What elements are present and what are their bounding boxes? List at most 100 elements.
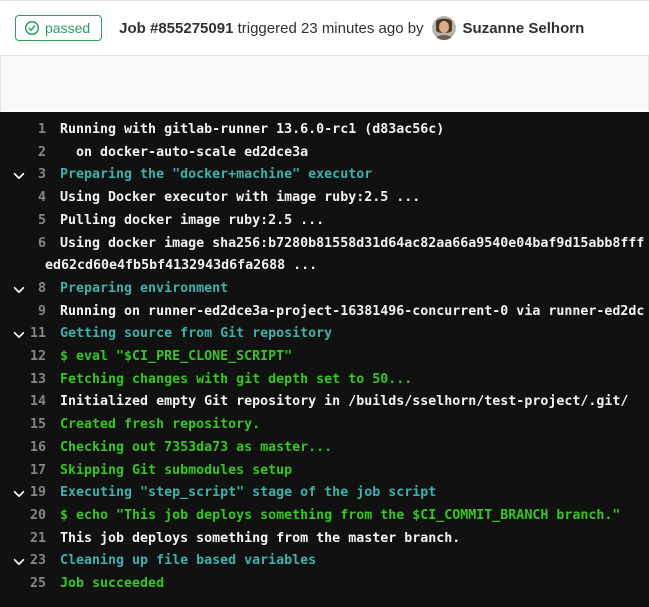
log-line-text: Running with gitlab-runner 13.6.0-rc1 (d… bbox=[46, 119, 444, 142]
log-line-gutter: 20 bbox=[0, 505, 46, 528]
log-line-gutter: 17 bbox=[0, 460, 46, 483]
log-line: 8Preparing environment bbox=[0, 278, 649, 301]
line-number-link[interactable]: 1 bbox=[38, 122, 46, 137]
log-line: 11Getting source from Git repository bbox=[0, 323, 649, 346]
line-number-link[interactable]: 8 bbox=[38, 281, 46, 296]
log-line-gutter: 9 bbox=[0, 301, 46, 324]
log-line-text: ed62cd60e4fb5bf4132943d6fa2688 ... bbox=[31, 255, 317, 278]
log-line-gutter: 5 bbox=[0, 210, 46, 233]
log-line: 13Fetching changes with git depth set to… bbox=[0, 369, 649, 392]
log-line-gutter: 1 bbox=[0, 119, 46, 142]
log-line: 2 on docker-auto-scale ed2dce3a bbox=[0, 142, 649, 165]
chevron-down-icon[interactable] bbox=[12, 283, 26, 297]
log-line-text: Getting source from Git repository bbox=[46, 323, 332, 346]
job-header: passed Job #855275091 triggered 23 minut… bbox=[0, 0, 649, 56]
line-number-link[interactable]: 21 bbox=[30, 531, 46, 546]
line-number-link[interactable]: 23 bbox=[30, 553, 46, 568]
log-line: 15Created fresh repository. bbox=[0, 414, 649, 437]
chevron-down-icon[interactable] bbox=[12, 328, 26, 342]
line-number-link[interactable]: 9 bbox=[38, 304, 46, 319]
log-line-text: Initialized empty Git repository in /bui… bbox=[46, 391, 628, 414]
line-number-link[interactable]: 25 bbox=[30, 576, 46, 591]
log-line-gutter: 23 bbox=[0, 550, 46, 573]
log-line-text: Preparing environment bbox=[46, 278, 228, 301]
log-line-text: Checking out 7353da73 as master... bbox=[46, 437, 332, 460]
log-line: 20$ echo "This job deploys something fro… bbox=[0, 505, 649, 528]
log-line-gutter: 14 bbox=[0, 391, 46, 414]
status-badge-label: passed bbox=[45, 19, 90, 37]
chevron-down-icon[interactable] bbox=[12, 555, 26, 569]
log-line-gutter: 13 bbox=[0, 369, 46, 392]
line-number-link[interactable]: 2 bbox=[38, 145, 46, 160]
log-line: 1Running with gitlab-runner 13.6.0-rc1 (… bbox=[0, 119, 649, 142]
log-line-gutter: 11 bbox=[0, 323, 46, 346]
log-line: 21This job deploys something from the ma… bbox=[0, 528, 649, 551]
log-line: 9Running on runner-ed2dce3a-project-1638… bbox=[0, 301, 649, 324]
log-line: ed62cd60e4fb5bf4132943d6fa2688 ... bbox=[0, 255, 649, 278]
log-line-gutter: 8 bbox=[0, 278, 46, 301]
log-line-gutter: 16 bbox=[0, 437, 46, 460]
line-number-link[interactable]: 6 bbox=[38, 236, 46, 251]
log-line-text: Cleaning up file based variables bbox=[46, 550, 316, 573]
job-meta: Job #855275091 triggered 23 minutes ago … bbox=[119, 16, 584, 40]
status-badge[interactable]: passed bbox=[15, 15, 102, 41]
job-triggered-text: triggered 23 minutes ago by bbox=[238, 20, 424, 37]
log-line-gutter: 2 bbox=[0, 142, 46, 165]
user-name-link[interactable]: Suzanne Selhorn bbox=[463, 20, 585, 37]
line-number-link[interactable]: 20 bbox=[30, 508, 46, 523]
line-number-link[interactable]: 3 bbox=[38, 167, 46, 182]
chevron-down-icon[interactable] bbox=[12, 169, 26, 183]
log-line: 16Checking out 7353da73 as master... bbox=[0, 437, 649, 460]
line-number-link[interactable]: 14 bbox=[30, 394, 46, 409]
log-line-text: $ eval "$CI_PRE_CLONE_SCRIPT" bbox=[46, 346, 292, 369]
log-line-text: Skipping Git submodules setup bbox=[46, 460, 292, 483]
log-controls-bar bbox=[0, 56, 649, 111]
log-line: 19Executing "step_script" stage of the j… bbox=[0, 482, 649, 505]
line-number-link[interactable]: 5 bbox=[38, 213, 46, 228]
log-line-text: This job deploys something from the mast… bbox=[46, 528, 460, 551]
log-line-text: Preparing the "docker+machine" executor bbox=[46, 164, 372, 187]
log-line-gutter: 4 bbox=[0, 187, 46, 210]
log-line: 14Initialized empty Git repository in /b… bbox=[0, 391, 649, 414]
log-line-gutter: 21 bbox=[0, 528, 46, 551]
log-line-gutter: 15 bbox=[0, 414, 46, 437]
log-line-text: Using docker image sha256:b7280b81558d31… bbox=[46, 233, 644, 256]
log-line-text: Executing "step_script" stage of the job… bbox=[46, 482, 436, 505]
log-line-text: Pulling docker image ruby:2.5 ... bbox=[46, 210, 324, 233]
log-line: 5Pulling docker image ruby:2.5 ... bbox=[0, 210, 649, 233]
log-line: 3Preparing the "docker+machine" executor bbox=[0, 164, 649, 187]
log-line: 23Cleaning up file based variables bbox=[0, 550, 649, 573]
user-avatar[interactable] bbox=[432, 16, 456, 40]
line-number-link[interactable]: 17 bbox=[30, 463, 46, 478]
log-line-text: $ echo "This job deploys something from … bbox=[46, 505, 620, 528]
line-number-link[interactable]: 15 bbox=[30, 417, 46, 432]
log-line-gutter: 25 bbox=[0, 573, 46, 596]
job-page: passed Job #855275091 triggered 23 minut… bbox=[0, 0, 649, 607]
line-number-link[interactable]: 16 bbox=[30, 440, 46, 455]
log-line-gutter: 12 bbox=[0, 346, 46, 369]
log-line-gutter bbox=[0, 255, 31, 278]
log-line: 12$ eval "$CI_PRE_CLONE_SCRIPT" bbox=[0, 346, 649, 369]
job-log: 1Running with gitlab-runner 13.6.0-rc1 (… bbox=[0, 112, 649, 607]
line-number-link[interactable]: 12 bbox=[30, 349, 46, 364]
log-line-text: on docker-auto-scale ed2dce3a bbox=[46, 142, 308, 165]
status-passed-icon bbox=[24, 20, 40, 36]
log-line-text: Using Docker executor with image ruby:2.… bbox=[46, 187, 420, 210]
log-line: 6Using docker image sha256:b7280b81558d3… bbox=[0, 233, 649, 256]
log-line: 17Skipping Git submodules setup bbox=[0, 460, 649, 483]
log-line-text: Running on runner-ed2dce3a-project-16381… bbox=[46, 301, 644, 324]
job-id: Job #855275091 bbox=[119, 20, 233, 37]
log-line-gutter: 19 bbox=[0, 482, 46, 505]
log-line-text: Fetching changes with git depth set to 5… bbox=[46, 369, 412, 392]
line-number-link[interactable]: 4 bbox=[38, 190, 46, 205]
line-number-link[interactable]: 13 bbox=[30, 372, 46, 387]
log-line-gutter: 3 bbox=[0, 164, 46, 187]
line-number-link[interactable]: 11 bbox=[30, 326, 46, 341]
log-line-text: Job succeeded bbox=[46, 573, 164, 596]
log-line: 25Job succeeded bbox=[0, 573, 649, 596]
log-line-gutter: 6 bbox=[0, 233, 46, 256]
line-number-link[interactable]: 19 bbox=[30, 485, 46, 500]
log-line-text: Created fresh repository. bbox=[46, 414, 260, 437]
chevron-down-icon[interactable] bbox=[12, 487, 26, 501]
log-line: 4Using Docker executor with image ruby:2… bbox=[0, 187, 649, 210]
